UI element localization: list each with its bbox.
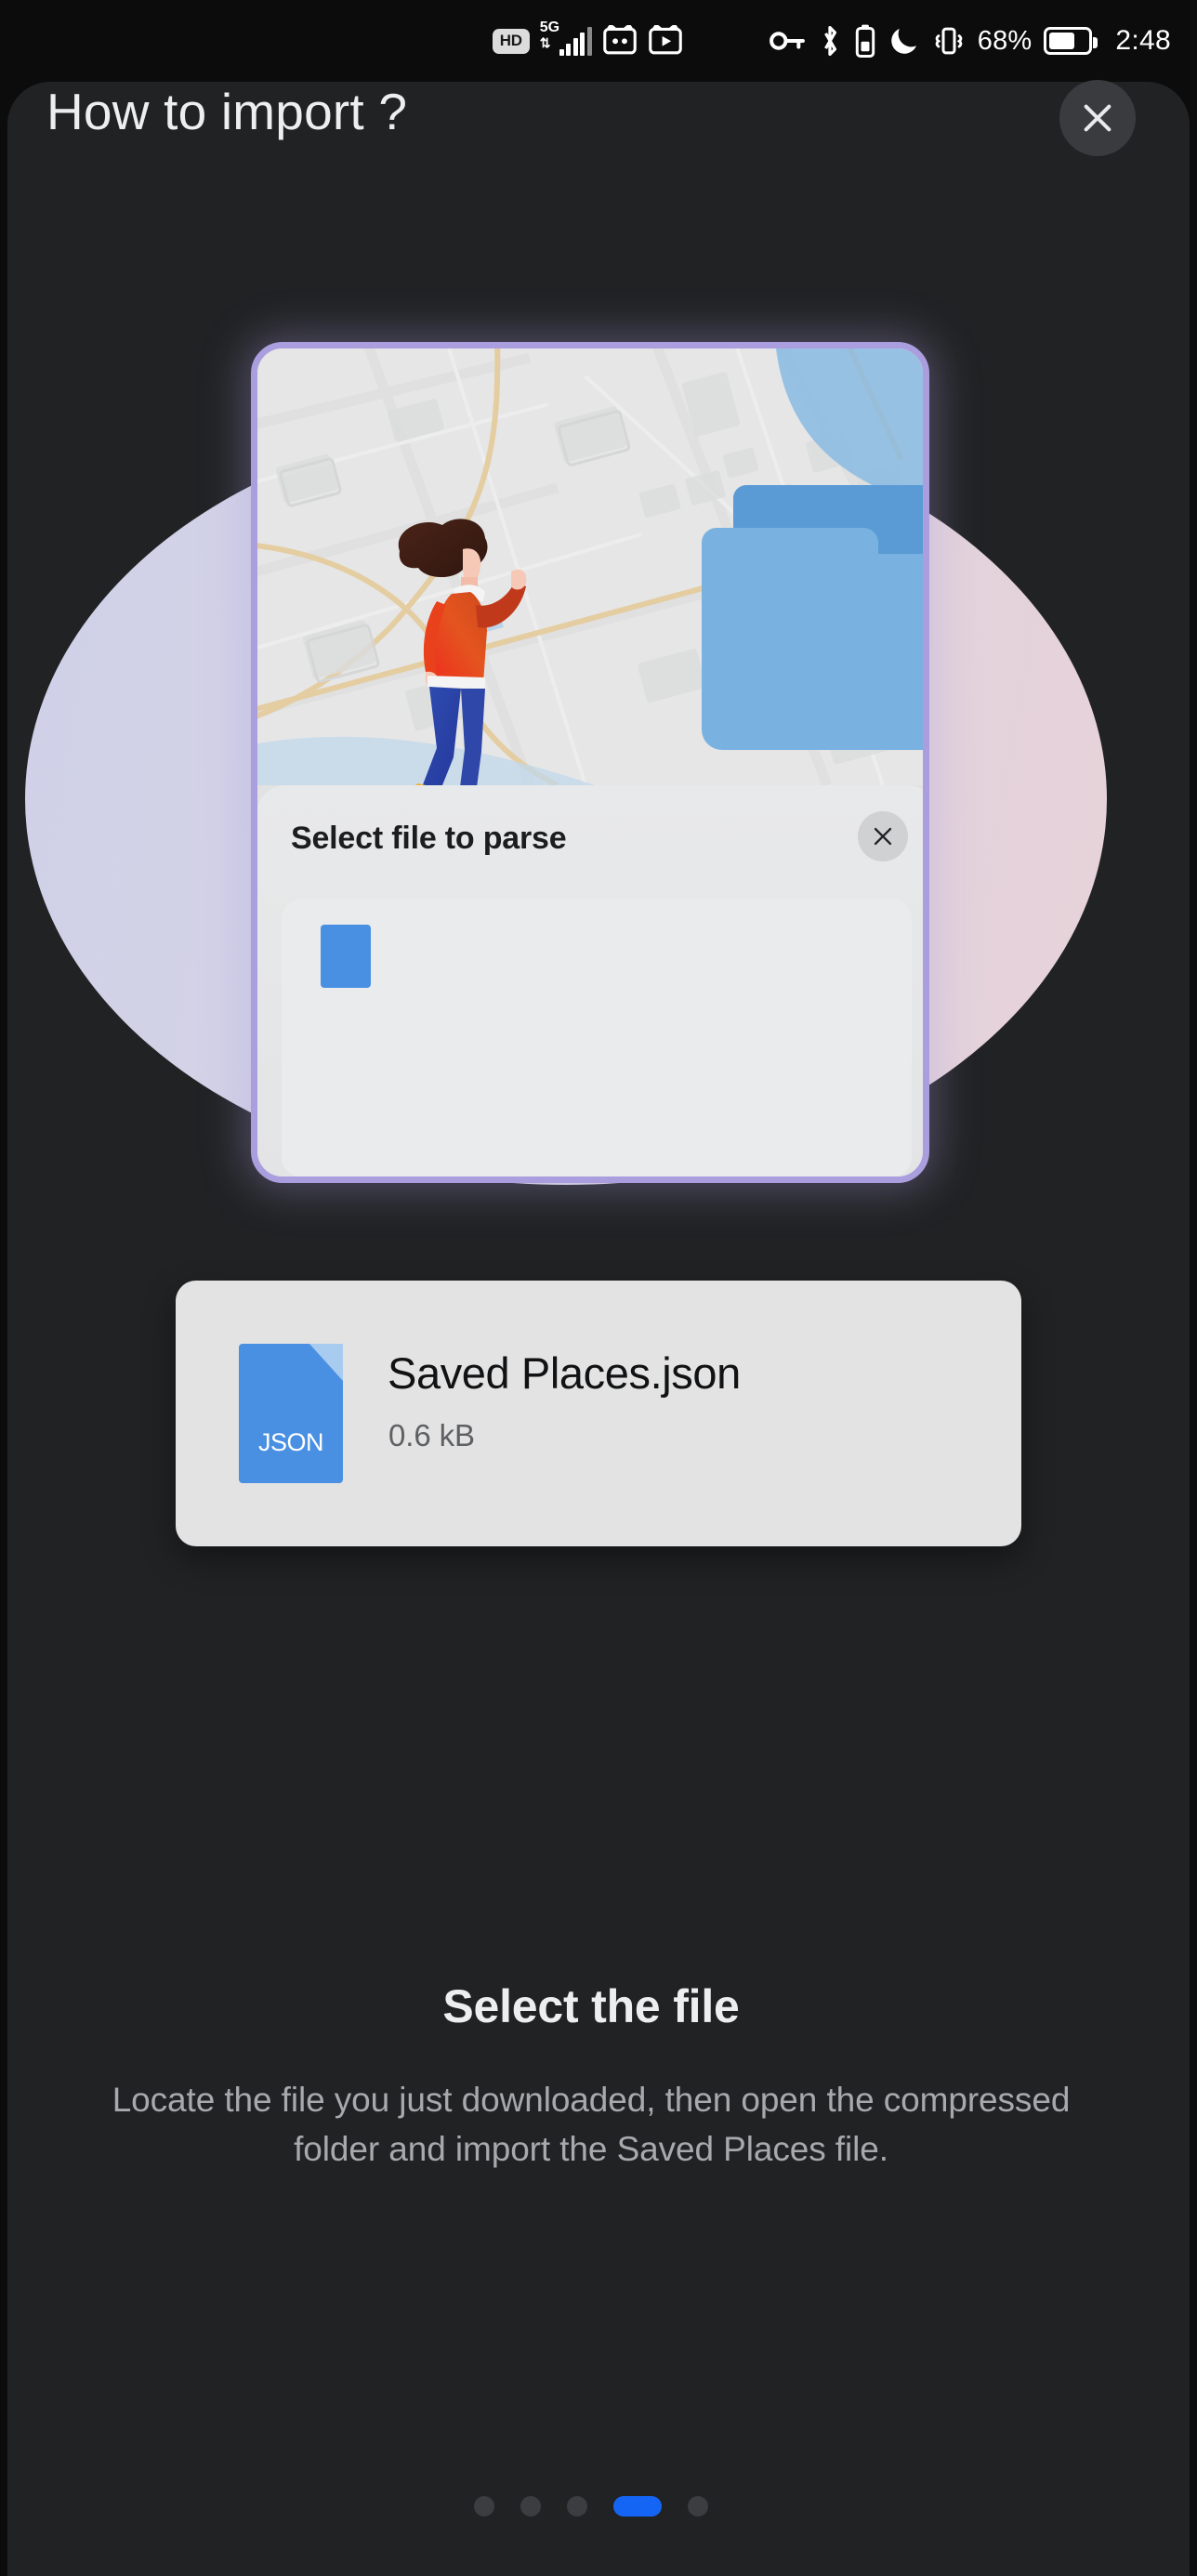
file-card[interactable]: JSON Saved Places.json 0.6 kB (176, 1281, 1021, 1546)
pagination-dot[interactable] (474, 2496, 494, 2517)
pagination-dot-active[interactable] (613, 2496, 662, 2517)
vibrate-icon (932, 25, 966, 57)
file-name-label: Saved Places.json (388, 1348, 741, 1398)
download-folder-icon (702, 485, 923, 750)
caption-title: Select the file (442, 1980, 740, 2032)
clock-label: 2:48 (1115, 25, 1171, 56)
network-type-label: 5G (539, 20, 560, 35)
status-bar: HD 5G ⇅ 68% 2:48 (0, 0, 1197, 82)
tv-cast-icon (602, 25, 638, 57)
sheet-header: How to import ? (0, 80, 1182, 221)
folder-front (702, 554, 923, 750)
illustration: Select file to parse (0, 342, 1182, 1225)
person-walking-icon (374, 516, 559, 813)
bluetooth-icon (818, 24, 842, 58)
pagination-dot[interactable] (520, 2496, 541, 2517)
caption-block: Select the file Locate the file you just… (0, 1979, 1182, 2174)
battery-percent-label: 68% (977, 25, 1033, 56)
bluetooth-battery-icon (854, 24, 876, 58)
status-bar-right-icons: 68% 2:48 (769, 24, 1171, 58)
do-not-disturb-moon-icon (888, 25, 920, 57)
file-size-label: 0.6 kB (388, 1418, 475, 1452)
status-bar-left-icons: HD 5G ⇅ (492, 20, 683, 59)
close-button[interactable] (1059, 80, 1136, 156)
close-icon (1084, 104, 1112, 132)
file-picker-sheet: Select file to parse (257, 785, 923, 1176)
file-picker-row[interactable] (282, 899, 912, 1176)
pagination-dot[interactable] (567, 2496, 587, 2517)
tv-play-icon (648, 25, 683, 57)
signal-bars-icon (559, 27, 592, 56)
pagination-dots (0, 2496, 1182, 2517)
phone-mockup: Select file to parse (251, 342, 929, 1183)
pagination-dot[interactable] (688, 2496, 708, 2517)
file-picker-close-button[interactable] (858, 811, 908, 861)
page-title: How to import ? (46, 83, 408, 140)
vpn-key-icon (769, 27, 806, 55)
file-icon (321, 925, 371, 988)
json-file-icon-label: JSON (257, 1428, 324, 1456)
close-icon (874, 827, 892, 846)
file-picker-title: Select file to parse (291, 821, 567, 856)
signal-5g-icon: 5G ⇅ (539, 20, 592, 59)
caption-body: Locate the file you just downloaded, the… (112, 2081, 1071, 2168)
hd-badge-icon: HD (492, 28, 530, 54)
network-updown-label: ⇅ (539, 35, 551, 50)
battery-icon (1044, 27, 1098, 55)
json-file-icon: JSON (239, 1344, 343, 1483)
